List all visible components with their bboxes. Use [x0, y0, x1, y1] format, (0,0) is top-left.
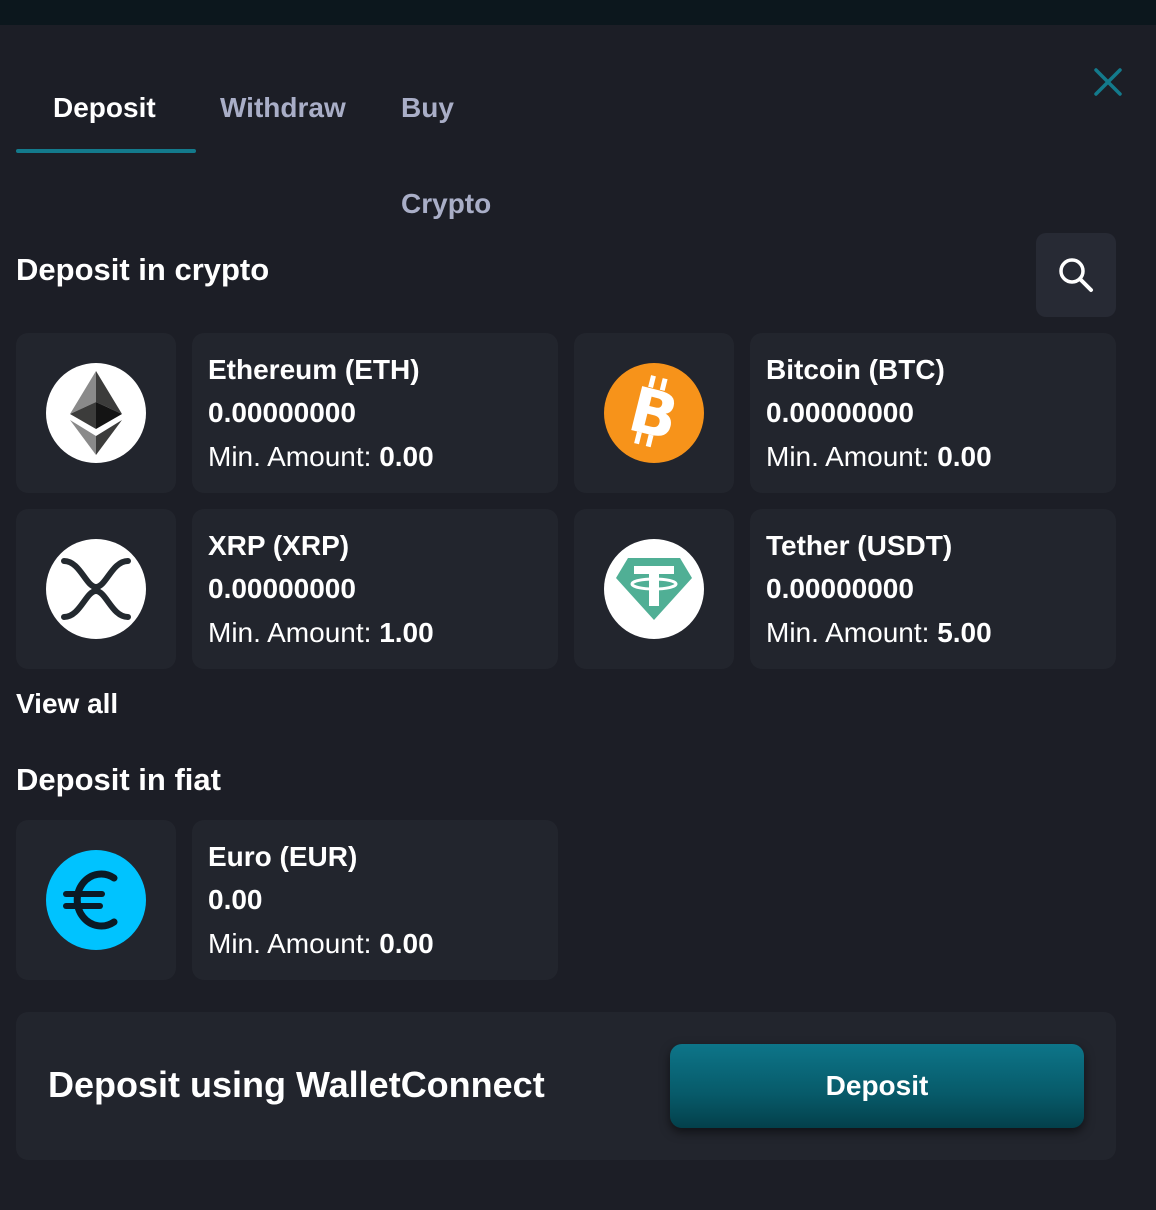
asset-name: Bitcoin (BTC)	[766, 354, 945, 385]
asset-min-amount: Min. Amount: 5.00	[766, 616, 1100, 650]
min-amount-value: 5.00	[937, 617, 992, 648]
search-icon	[1059, 258, 1093, 292]
min-amount-label: Min. Amount:	[208, 928, 372, 959]
btc-asset-card[interactable]: Bitcoin (BTC) 0.00000000 Min. Amount: 0.…	[750, 333, 1116, 493]
xrp-icon	[46, 539, 146, 639]
min-amount-value: 0.00	[379, 441, 434, 472]
eur-icon-tile[interactable]	[16, 820, 176, 980]
view-all-link[interactable]: View all	[16, 688, 118, 720]
asset-balance: 0.00000000	[208, 397, 356, 428]
min-amount-value: 0.00	[379, 928, 434, 959]
asset-name: Tether (USDT)	[766, 530, 953, 561]
asset-balance: 0.00	[208, 884, 263, 915]
walletconnect-label: Deposit using WalletConnect	[48, 1064, 545, 1105]
asset-min-amount: Min. Amount: 0.00	[208, 440, 542, 474]
tether-icon	[604, 539, 704, 639]
close-button[interactable]	[1088, 62, 1128, 102]
min-amount-label: Min. Amount:	[208, 441, 372, 472]
walletconnect-card: Deposit using WalletConnect Deposit	[16, 1012, 1116, 1160]
asset-name: XRP (XRP)	[208, 530, 350, 561]
tab-buy-crypto[interactable]: Buy Crypto	[401, 60, 491, 219]
walletconnect-deposit-button[interactable]: Deposit	[670, 1044, 1084, 1128]
eth-icon-tile[interactable]	[16, 333, 176, 493]
svg-text:B: B	[622, 372, 686, 454]
crypto-section-title: Deposit in crypto	[16, 252, 270, 287]
eur-asset-card[interactable]: Euro (EUR) 0.00 Min. Amount: 0.00	[192, 820, 558, 980]
min-amount-value: 1.00	[379, 617, 434, 648]
btc-icon-tile[interactable]: B	[574, 333, 734, 493]
min-amount-label: Min. Amount:	[208, 617, 372, 648]
asset-min-amount: Min. Amount: 0.00	[766, 440, 1100, 474]
usdt-asset-card[interactable]: Tether (USDT) 0.00000000 Min. Amount: 5.…	[750, 509, 1116, 669]
asset-balance: 0.00000000	[766, 397, 914, 428]
asset-name: Euro (EUR)	[208, 841, 358, 872]
top-bar	[0, 0, 1156, 25]
min-amount-label: Min. Amount:	[766, 617, 930, 648]
asset-balance: 0.00000000	[766, 573, 914, 604]
active-tab-indicator	[16, 149, 196, 153]
usdt-icon-tile[interactable]	[574, 509, 734, 669]
min-amount-value: 0.00	[937, 441, 992, 472]
bitcoin-icon: B	[604, 363, 704, 463]
ethereum-icon	[46, 363, 146, 463]
fiat-section-title: Deposit in fiat	[16, 762, 221, 797]
xrp-asset-card[interactable]: XRP (XRP) 0.00000000 Min. Amount: 1.00	[192, 509, 558, 669]
tab-deposit[interactable]: Deposit	[53, 60, 156, 153]
min-amount-label: Min. Amount:	[766, 441, 930, 472]
asset-name: Ethereum (ETH)	[208, 354, 420, 385]
asset-min-amount: Min. Amount: 0.00	[208, 927, 542, 961]
asset-min-amount: Min. Amount: 1.00	[208, 616, 542, 650]
asset-balance: 0.00000000	[208, 573, 356, 604]
tab-withdraw[interactable]: Withdraw	[220, 60, 346, 153]
euro-icon	[46, 850, 146, 950]
xrp-icon-tile[interactable]	[16, 509, 176, 669]
search-button[interactable]	[1036, 233, 1116, 317]
close-icon	[1094, 68, 1122, 96]
eth-asset-card[interactable]: Ethereum (ETH) 0.00000000 Min. Amount: 0…	[192, 333, 558, 493]
